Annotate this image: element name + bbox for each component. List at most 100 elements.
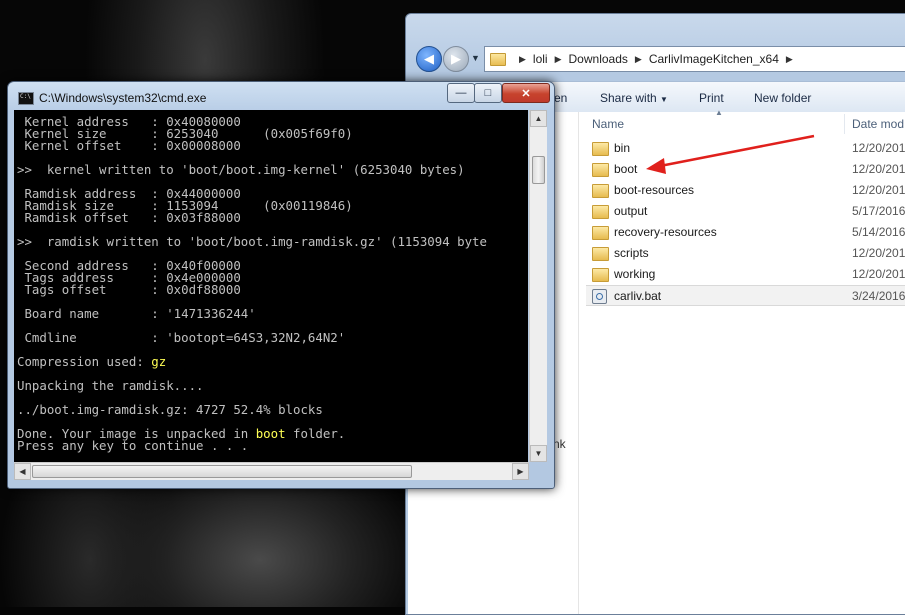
folder-icon xyxy=(592,247,609,261)
horizontal-scrollbar[interactable]: ◀ ▶ xyxy=(14,462,529,480)
new-folder-button[interactable]: New folder xyxy=(754,91,811,105)
share-with-button[interactable]: Share with ▼ xyxy=(600,91,668,105)
console-line: Ramdisk offset : 0x03f88000 xyxy=(17,210,241,225)
scroll-right-icon[interactable]: ▶ xyxy=(512,463,529,480)
column-header: ▲ Name Date mod xyxy=(586,108,905,136)
file-date: 12/20/201 xyxy=(852,162,905,176)
file-date: 3/24/2016 xyxy=(852,289,905,303)
cmd-window-title: C:\Windows\system32\cmd.exe xyxy=(39,91,207,105)
file-row[interactable]: scripts 12/20/201 xyxy=(586,243,905,264)
address-bar[interactable]: ▶ loli ▶ Downloads ▶ CarlivImageKitchen_… xyxy=(484,46,905,72)
arrow-left-icon: ◀ xyxy=(424,51,434,66)
cmd-titlebar[interactable]: C:\Windows\system32\cmd.exe — □ ✕ xyxy=(8,82,554,110)
file-name: boot-resources xyxy=(614,183,695,197)
console-text: Cmdline : 'bootopt=64S3,32N2,64N2' xyxy=(17,330,346,345)
file-date: 12/20/201 xyxy=(852,246,905,260)
console-text: Press any key to continue . . . xyxy=(17,438,249,453)
share-with-label: Share with xyxy=(600,91,657,105)
file-name: carliv.bat xyxy=(614,289,662,303)
breadcrumb-separator-icon[interactable]: ▶ xyxy=(786,54,793,65)
console-line: Compression used: gz xyxy=(17,354,167,369)
file-date: 12/20/201 xyxy=(852,141,905,155)
file-date: 5/17/2016 xyxy=(852,204,905,218)
file-row[interactable]: carliv.bat 3/24/2016 xyxy=(586,285,905,306)
folder-icon xyxy=(490,52,506,66)
close-icon: ✕ xyxy=(521,87,531,100)
navigation-bar: ◀ ▶ ▼ ▶ loli ▶ Downloads ▶ CarlivImageKi… xyxy=(414,46,905,74)
scroll-down-icon[interactable]: ▼ xyxy=(530,445,547,462)
console-text: >> kernel written to 'boot/boot.img-kern… xyxy=(17,162,465,177)
console-text: ../boot.img-ramdisk.gz: 4727 52.4% block… xyxy=(17,402,323,417)
vertical-scroll-thumb[interactable] xyxy=(532,156,545,184)
horizontal-scroll-thumb[interactable] xyxy=(32,465,412,478)
column-name-header[interactable]: Name xyxy=(592,117,624,131)
maximize-button[interactable]: □ xyxy=(474,83,502,103)
console-line: Cmdline : 'bootopt=64S3,32N2,64N2' xyxy=(17,330,346,345)
breadcrumb-separator-icon[interactable]: ▶ xyxy=(635,54,642,65)
console-line: >> ramdisk written to 'boot/boot.img-ram… xyxy=(17,234,487,249)
file-row[interactable]: output 5/17/2016 xyxy=(586,201,905,222)
console-line: Unpacking the ramdisk.... xyxy=(17,378,204,393)
breadcrumb-loli[interactable]: loli xyxy=(533,52,548,66)
scroll-left-icon[interactable]: ◀ xyxy=(14,463,31,480)
file-name: bin xyxy=(614,141,631,155)
folder-icon xyxy=(592,184,609,198)
console-text: Compression used: xyxy=(17,354,152,369)
close-button[interactable]: ✕ xyxy=(502,83,550,103)
scroll-up-icon[interactable]: ▲ xyxy=(530,110,547,127)
folder-icon xyxy=(592,205,609,219)
file-row[interactable]: recovery-resources 5/14/2016 xyxy=(586,222,905,243)
sort-ascending-icon: ▲ xyxy=(715,108,723,117)
breadcrumb-downloads[interactable]: Downloads xyxy=(569,52,628,66)
back-button[interactable]: ◀ xyxy=(416,46,442,72)
open-menu-button[interactable]: en xyxy=(554,91,567,105)
file-row[interactable]: working 12/20/201 xyxy=(586,264,905,285)
breadcrumb-carlivimagekitchen[interactable]: CarlivImageKitchen_x64 xyxy=(649,52,779,66)
file-date: 12/20/201 xyxy=(852,267,905,281)
column-divider[interactable] xyxy=(844,114,845,134)
console-line: Tags offset : 0x0df88000 xyxy=(17,282,241,297)
file-date: 5/14/2016 xyxy=(852,225,905,239)
file-name: output xyxy=(614,204,648,218)
breadcrumb-separator-icon[interactable]: ▶ xyxy=(519,54,526,65)
print-button[interactable]: Print xyxy=(699,91,724,105)
folder-icon xyxy=(592,163,609,177)
console-highlight-text: boot xyxy=(255,426,286,441)
file-row[interactable]: bin 12/20/201 xyxy=(586,138,905,159)
minimize-button[interactable]: — xyxy=(447,83,475,103)
chevron-down-icon: ▼ xyxy=(660,95,668,104)
vertical-scrollbar[interactable]: ▲ ▼ xyxy=(529,110,547,462)
file-row[interactable]: boot-resources 12/20/201 xyxy=(586,180,905,201)
batch-file-icon xyxy=(592,289,607,304)
breadcrumb-separator-icon[interactable]: ▶ xyxy=(555,54,562,65)
console-text: Ramdisk offset : 0x03f88000 xyxy=(17,210,241,225)
file-row[interactable]: boot 12/20/201 xyxy=(586,159,905,180)
file-date: 12/20/201 xyxy=(852,183,905,197)
console-highlight-text: gz xyxy=(151,354,167,369)
console-text: Board name : '1471336244' xyxy=(17,306,256,321)
forward-button[interactable]: ▶ xyxy=(443,46,469,72)
console-line: >> kernel written to 'boot/boot.img-kern… xyxy=(17,162,465,177)
console-text: Tags offset : 0x0df88000 xyxy=(17,282,241,297)
recent-pages-dropdown[interactable]: ▼ xyxy=(471,53,480,63)
column-date-header[interactable]: Date mod xyxy=(852,117,904,131)
file-name: boot xyxy=(614,162,638,176)
folder-icon xyxy=(592,142,609,156)
cmd-window: C:\Windows\system32\cmd.exe — □ ✕ Kernel… xyxy=(7,81,555,489)
folder-icon xyxy=(592,268,609,282)
file-name: recovery-resources xyxy=(614,225,717,239)
file-name: scripts xyxy=(614,246,649,260)
maximize-icon: □ xyxy=(484,87,492,99)
console-text: Unpacking the ramdisk.... xyxy=(17,378,204,393)
console-text: Kernel offset : 0x00008000 xyxy=(17,138,241,153)
console-line: Press any key to continue . . . xyxy=(17,438,249,453)
console-line: ../boot.img-ramdisk.gz: 4727 52.4% block… xyxy=(17,402,323,417)
console-icon xyxy=(18,92,34,105)
console-line: Kernel offset : 0x00008000 xyxy=(17,138,241,153)
console-line: Board name : '1471336244' xyxy=(17,306,256,321)
console-text: >> ramdisk written to 'boot/boot.img-ram… xyxy=(17,234,487,249)
console-output[interactable]: Kernel address : 0x40080000 Kernel size … xyxy=(14,110,528,462)
console-text: folder. xyxy=(285,426,346,441)
arrow-right-icon: ▶ xyxy=(451,51,461,66)
minimize-icon: — xyxy=(455,87,467,99)
